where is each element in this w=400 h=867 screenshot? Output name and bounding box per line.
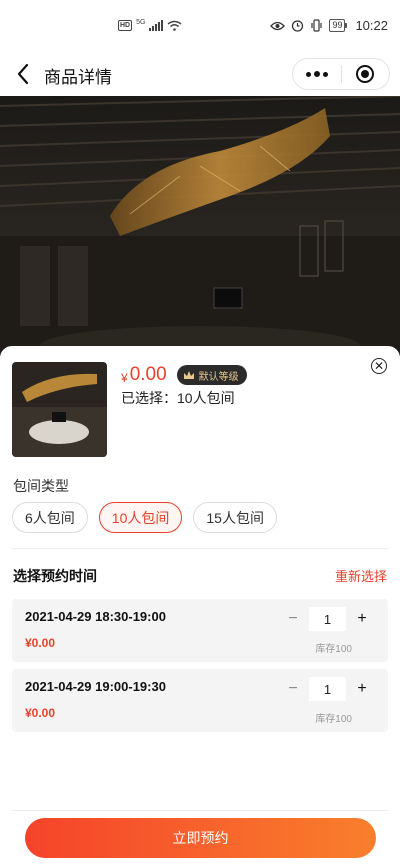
quantity-stepper: − 1 + bbox=[281, 677, 374, 701]
slot-price: ¥0.00 bbox=[25, 636, 56, 650]
product-thumbnail bbox=[12, 362, 107, 457]
eye-icon bbox=[270, 21, 286, 30]
stock-label: 库存100 bbox=[315, 714, 352, 725]
plus-button[interactable]: + bbox=[350, 677, 374, 701]
close-mini-program-button[interactable] bbox=[342, 59, 389, 89]
thumbnail-image bbox=[12, 362, 107, 457]
status-bar: HD 5G 99 10:22 bbox=[0, 0, 400, 56]
quantity-input[interactable]: 1 bbox=[309, 607, 346, 631]
member-level-badge: 默认等级 bbox=[176, 365, 247, 385]
product-hero-image bbox=[0, 96, 400, 356]
level-badge-label: 默认等级 bbox=[198, 371, 239, 383]
mini-program-capsule bbox=[292, 58, 390, 90]
room-option-6[interactable]: 6人包间 bbox=[12, 502, 88, 533]
time-slot: 2021-04-29 18:30-19:00 ¥0.00 − 1 + 库存100 bbox=[12, 599, 388, 662]
more-dot bbox=[314, 71, 320, 77]
restaurant-photo bbox=[0, 96, 400, 356]
price-symbol: ¥ bbox=[121, 371, 128, 385]
minus-icon: − bbox=[288, 680, 298, 697]
vibrate-icon bbox=[311, 19, 323, 32]
plus-icon: + bbox=[357, 680, 367, 697]
more-dot bbox=[323, 71, 328, 77]
close-sheet-button[interactable]: ✕ bbox=[371, 358, 387, 374]
wifi-icon bbox=[168, 20, 182, 31]
minus-icon: − bbox=[288, 610, 298, 627]
signal-icon bbox=[149, 20, 164, 31]
minus-button[interactable]: − bbox=[281, 607, 305, 631]
hd-icon: HD bbox=[118, 20, 133, 31]
network-label: 5G bbox=[136, 19, 146, 26]
room-type-options: 6人包间 10人包间 15人包间 bbox=[12, 502, 277, 533]
slot-price: ¥0.00 bbox=[25, 706, 56, 720]
minus-button[interactable]: − bbox=[281, 677, 305, 701]
more-dots-icon bbox=[306, 71, 311, 77]
sku-selector-sheet: ¥ 0.00 默认等级 已选择：10人包间 ✕ 包间类型 6人包间 10人包间 … bbox=[0, 346, 400, 867]
status-right: 99 10:22 bbox=[270, 18, 388, 33]
selected-summary: 已选择：10人包间 bbox=[121, 390, 235, 406]
slot-time: 2021-04-29 19:00-19:30 bbox=[25, 679, 166, 694]
back-button[interactable] bbox=[12, 62, 36, 86]
room-option-15[interactable]: 15人包间 bbox=[193, 502, 277, 533]
room-type-label: 包间类型 bbox=[13, 478, 69, 494]
more-button[interactable] bbox=[293, 59, 341, 89]
product-price: 0.00 bbox=[129, 364, 167, 385]
quantity-input[interactable]: 1 bbox=[309, 677, 346, 701]
plus-icon: + bbox=[357, 610, 367, 627]
status-left: HD 5G bbox=[118, 19, 182, 31]
slot-time: 2021-04-29 18:30-19:00 bbox=[25, 609, 166, 624]
alarm-icon bbox=[292, 20, 304, 32]
plus-button[interactable]: + bbox=[350, 607, 374, 631]
book-now-button[interactable]: 立即预约 bbox=[25, 818, 376, 858]
page-title: 商品详情 bbox=[44, 68, 112, 87]
footer-divider bbox=[12, 810, 388, 811]
battery-icon: 99 bbox=[329, 19, 348, 32]
time-slot: 2021-04-29 19:00-19:30 ¥0.00 − 1 + 库存100 bbox=[12, 669, 388, 732]
target-icon bbox=[356, 65, 375, 83]
stock-label: 库存100 bbox=[315, 644, 352, 655]
nav-bar: 商品详情 bbox=[0, 56, 400, 96]
close-circle-icon: ✕ bbox=[373, 359, 385, 373]
booking-time-header: 选择预约时间 bbox=[13, 568, 97, 584]
price-row: ¥ 0.00 默认等级 bbox=[121, 364, 247, 386]
crown-icon bbox=[183, 371, 194, 379]
quantity-stepper: − 1 + bbox=[281, 607, 374, 631]
reselect-button[interactable]: 重新选择 bbox=[335, 566, 387, 585]
divider bbox=[12, 548, 388, 549]
status-time: 10:22 bbox=[355, 18, 388, 33]
room-option-10[interactable]: 10人包间 bbox=[98, 502, 183, 533]
back-arrow-icon bbox=[17, 63, 29, 85]
